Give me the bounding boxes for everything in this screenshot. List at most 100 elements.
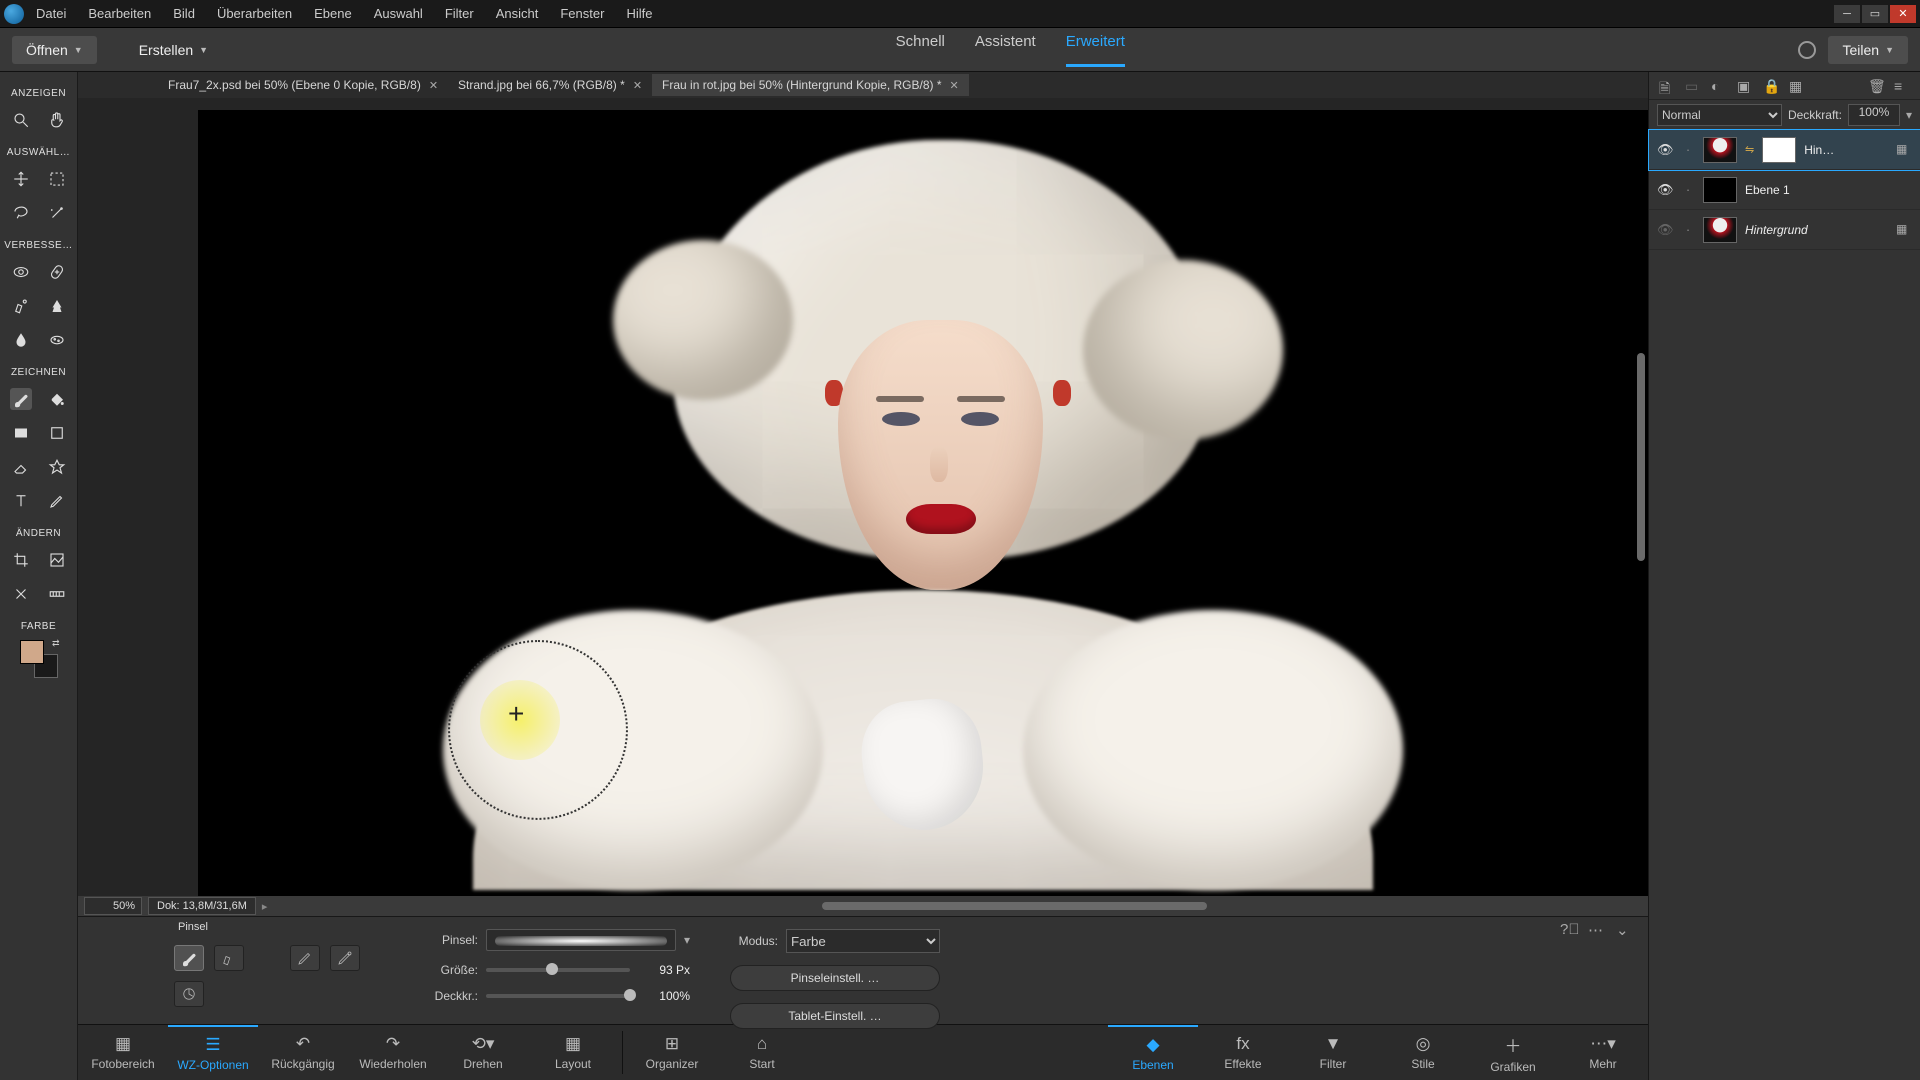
- menu-image[interactable]: Bild: [173, 6, 195, 21]
- brush-preset-picker[interactable]: [486, 929, 676, 951]
- chevron-down-icon[interactable]: ▾: [684, 933, 690, 947]
- type-tool-icon[interactable]: [10, 490, 32, 512]
- content-aware-move-tool-icon[interactable]: [10, 583, 32, 605]
- brush-settings-button[interactable]: Pinseleinstell. …: [730, 965, 940, 991]
- layer-name[interactable]: Hin…: [1804, 143, 1888, 157]
- chevron-right-icon[interactable]: ▸: [262, 900, 268, 913]
- layer-name[interactable]: Ebene 1: [1745, 183, 1912, 197]
- brush-variant-impressionist-button[interactable]: [214, 945, 244, 971]
- canvas[interactable]: +: [198, 110, 1648, 896]
- dock-home[interactable]: ⌂Start: [717, 1025, 807, 1080]
- smart-brush-tool-icon[interactable]: [10, 295, 32, 317]
- menu-filter[interactable]: Filter: [445, 6, 474, 21]
- lock-icon[interactable]: ·: [1681, 142, 1695, 157]
- crop-tool-icon[interactable]: [10, 549, 32, 571]
- menu-view[interactable]: Ansicht: [496, 6, 539, 21]
- dock-tool-options[interactable]: ☰WZ-Optionen: [168, 1025, 258, 1080]
- menu-help[interactable]: Hilfe: [626, 6, 652, 21]
- healing-tool-icon[interactable]: [46, 261, 68, 283]
- move-tool-icon[interactable]: [10, 168, 32, 190]
- eraser-tool-icon[interactable]: [10, 456, 32, 478]
- mode-quick-tab[interactable]: Schnell: [896, 33, 945, 67]
- blur-tool-icon[interactable]: [10, 329, 32, 351]
- chevron-down-icon[interactable]: ▾: [1906, 108, 1912, 122]
- straighten-tool-icon[interactable]: [46, 583, 68, 605]
- window-maximize-button[interactable]: ▭: [1862, 5, 1888, 23]
- paint-bucket-tool-icon[interactable]: [46, 388, 68, 410]
- more-options-icon[interactable]: ⋯: [1588, 921, 1606, 939]
- layer-opacity-value[interactable]: 100%: [1848, 104, 1900, 126]
- blend-mode-select[interactable]: Farbe: [786, 929, 940, 953]
- horizontal-scrollbar[interactable]: [271, 900, 1648, 912]
- mode-advanced-tab[interactable]: Erweitert: [1066, 33, 1125, 67]
- sponge-tool-icon[interactable]: [46, 329, 68, 351]
- open-button[interactable]: Öffnen ▼: [12, 36, 97, 64]
- redeye-tool-icon[interactable]: [10, 261, 32, 283]
- theme-toggle-icon[interactable]: [1798, 41, 1816, 59]
- pencil-tool-icon[interactable]: [46, 490, 68, 512]
- marquee-tool-icon[interactable]: [46, 168, 68, 190]
- dock-undo[interactable]: ↶Rückgängig: [258, 1025, 348, 1080]
- menu-edit[interactable]: Bearbeiten: [88, 6, 151, 21]
- close-icon[interactable]: ✕: [950, 79, 959, 92]
- dock-effects[interactable]: fxEffekte: [1198, 1025, 1288, 1080]
- menu-window[interactable]: Fenster: [560, 6, 604, 21]
- layer-blend-mode-select[interactable]: Normal: [1657, 104, 1782, 126]
- tablet-settings-button[interactable]: Tablet-Einstell. …: [730, 1003, 940, 1029]
- recompose-tool-icon[interactable]: [46, 549, 68, 571]
- adjustment-layer-icon[interactable]: ◐: [1711, 78, 1727, 94]
- document-tab[interactable]: Frau7_2x.psd bei 50% (Ebene 0 Kopie, RGB…: [158, 74, 448, 96]
- close-icon[interactable]: ✕: [429, 79, 438, 92]
- dock-organizer[interactable]: ⊞Organizer: [627, 1025, 717, 1080]
- advanced-blend-icon[interactable]: ▦: [1896, 222, 1912, 238]
- swap-colors-icon[interactable]: ⇄: [52, 638, 60, 649]
- gradient-tool-icon[interactable]: [10, 422, 32, 444]
- vertical-scrollbar[interactable]: [1634, 98, 1648, 896]
- help-icon[interactable]: ?⃝: [1560, 921, 1578, 939]
- lock-icon[interactable]: ·: [1681, 222, 1695, 237]
- link-layers-icon[interactable]: ▦: [1789, 78, 1805, 94]
- document-tab[interactable]: Strand.jpg bei 66,7% (RGB/8) * ✕: [448, 74, 652, 96]
- menu-revise[interactable]: Überarbeiten: [217, 6, 292, 21]
- brush-opacity-value[interactable]: 100%: [638, 989, 690, 1003]
- dock-layout[interactable]: ▦Layout: [528, 1025, 618, 1080]
- visibility-toggle-icon[interactable]: 👁: [1657, 182, 1673, 198]
- layer-row[interactable]: 👁 · Ebene 1: [1649, 170, 1920, 210]
- zoom-level-field[interactable]: 50%: [84, 897, 142, 915]
- window-close-button[interactable]: ✕: [1890, 5, 1916, 23]
- dock-graphics[interactable]: ＋Grafiken: [1468, 1025, 1558, 1080]
- layer-mask-icon[interactable]: ▣: [1737, 78, 1753, 94]
- scrollbar-thumb[interactable]: [1637, 353, 1645, 560]
- lock-icon[interactable]: ·: [1681, 182, 1695, 197]
- document-tab[interactable]: Frau in rot.jpg bei 50% (Hintergrund Kop…: [652, 74, 969, 96]
- menu-file[interactable]: Datei: [36, 6, 66, 21]
- lock-layer-icon[interactable]: 🔒: [1763, 78, 1779, 94]
- panel-menu-icon[interactable]: ≡: [1894, 78, 1910, 94]
- lasso-tool-icon[interactable]: [10, 202, 32, 224]
- dock-layers[interactable]: ◆Ebenen: [1108, 1025, 1198, 1080]
- create-button[interactable]: Erstellen ▼: [125, 36, 222, 64]
- visibility-toggle-icon[interactable]: 👁: [1657, 142, 1673, 158]
- menu-layer[interactable]: Ebene: [314, 6, 352, 21]
- magic-wand-tool-icon[interactable]: [46, 202, 68, 224]
- visibility-toggle-icon[interactable]: 👁: [1657, 222, 1673, 238]
- brush-variant-brush-button[interactable]: [174, 945, 204, 971]
- dock-redo[interactable]: ↷Wiederholen: [348, 1025, 438, 1080]
- layer-thumbnail[interactable]: [1703, 137, 1737, 163]
- layer-thumbnail[interactable]: [1703, 177, 1737, 203]
- brush-opacity-slider[interactable]: [486, 994, 630, 998]
- brush-variant-color-replace-button[interactable]: [330, 945, 360, 971]
- brush-tool-icon[interactable]: [10, 388, 32, 410]
- close-icon[interactable]: ✕: [633, 79, 642, 92]
- menu-selection[interactable]: Auswahl: [374, 6, 423, 21]
- window-minimize-button[interactable]: ─: [1834, 5, 1860, 23]
- brush-size-slider[interactable]: [486, 968, 630, 972]
- dock-rotate[interactable]: ⟲▾Drehen: [438, 1025, 528, 1080]
- scrollbar-thumb[interactable]: [822, 902, 1207, 910]
- delete-layer-icon[interactable]: 🗑: [1868, 78, 1884, 94]
- color-swatch[interactable]: ⇄: [20, 640, 58, 678]
- layer-link-icon[interactable]: ⇋: [1745, 143, 1754, 156]
- layer-name[interactable]: Hintergrund: [1745, 223, 1888, 237]
- layer-thumbnail[interactable]: [1703, 217, 1737, 243]
- layer-row[interactable]: 👁 · ⇋ Hin… ▦: [1649, 130, 1920, 170]
